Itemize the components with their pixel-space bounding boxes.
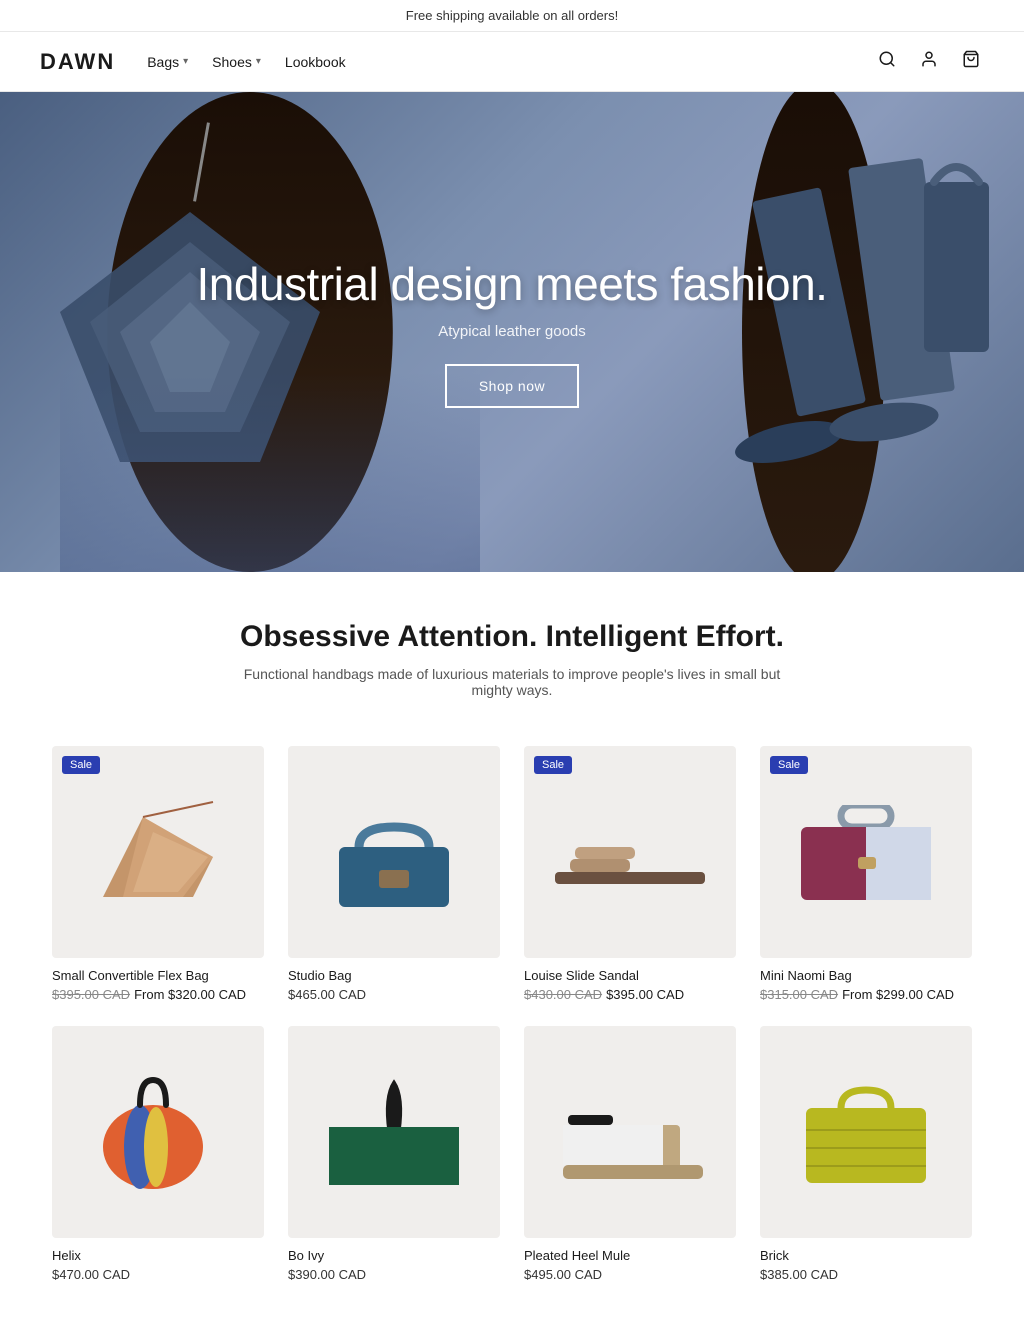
nav-label-lookbook: Lookbook: [285, 54, 346, 70]
site-header: DAWN Bags ▾ Shoes ▾ Lookbook: [0, 32, 1024, 92]
product-card[interactable]: Studio Bag $465.00 CAD: [276, 734, 512, 1014]
promo-banner: Free shipping available on all orders!: [0, 0, 1024, 32]
chevron-down-icon: ▾: [256, 56, 261, 67]
product-name: Louise Slide Sandal: [524, 968, 736, 983]
main-nav: Bags ▾ Shoes ▾ Lookbook: [147, 54, 874, 70]
nav-item-bags[interactable]: Bags ▾: [147, 54, 188, 70]
product-name: Helix: [52, 1248, 264, 1263]
product-image-wrap: [52, 1026, 264, 1238]
product-image: [776, 762, 956, 942]
hero-section: Industrial design meets fashion. Atypica…: [0, 92, 1024, 572]
product-image: [776, 1042, 956, 1222]
cart-icon: [962, 50, 980, 73]
product-card[interactable]: Brick $385.00 CAD: [748, 1014, 984, 1294]
nav-label-bags: Bags: [147, 54, 179, 70]
product-card[interactable]: Bo Ivy $390.00 CAD: [276, 1014, 512, 1294]
product-price: $385.00 CAD: [760, 1267, 972, 1282]
hero-title: Industrial design meets fashion.: [197, 257, 828, 311]
product-card[interactable]: Helix $470.00 CAD: [40, 1014, 276, 1294]
site-logo[interactable]: DAWN: [40, 49, 115, 75]
hero-content: Industrial design meets fashion. Atypica…: [177, 237, 848, 428]
sale-price: $395.00 CAD: [606, 987, 684, 1002]
product-image-wrap: [288, 746, 500, 958]
search-icon: [878, 50, 896, 73]
product-name: Bo Ivy: [288, 1248, 500, 1263]
product-card[interactable]: Sale Mini Naomi Bag $315.00 CAD From $299.…: [748, 734, 984, 1014]
product-image-wrap: [288, 1026, 500, 1238]
product-price: $465.00 CAD: [288, 987, 500, 1002]
product-image-wrap: Sale: [760, 746, 972, 958]
nav-item-lookbook[interactable]: Lookbook: [285, 54, 346, 70]
sale-price: From $299.00 CAD: [842, 987, 954, 1002]
nav-item-shoes[interactable]: Shoes ▾: [212, 54, 261, 70]
product-name: Small Convertible Flex Bag: [52, 968, 264, 983]
sale-badge: Sale: [534, 756, 572, 774]
sale-badge: Sale: [770, 756, 808, 774]
product-image: [540, 1042, 720, 1222]
hero-subtitle: Atypical leather goods: [197, 323, 828, 340]
account-icon: [920, 50, 938, 73]
product-card[interactable]: Sale Small Convertible Flex Bag $395.00 C…: [40, 734, 276, 1014]
product-image-wrap: Sale: [52, 746, 264, 958]
sale-price: From $320.00 CAD: [134, 987, 246, 1002]
product-price: $495.00 CAD: [524, 1267, 736, 1282]
product-price: $395.00 CAD From $320.00 CAD: [52, 987, 264, 1002]
product-image: [68, 1042, 248, 1222]
product-image: [68, 762, 248, 942]
product-name: Brick: [760, 1248, 972, 1263]
hero-cta-button[interactable]: Shop now: [445, 364, 579, 408]
collection-title: Obsessive Attention. Intelligent Effort.: [40, 620, 984, 654]
product-image-wrap: [760, 1026, 972, 1238]
nav-label-shoes: Shoes: [212, 54, 252, 70]
account-button[interactable]: [916, 46, 942, 77]
product-image-wrap: [524, 1026, 736, 1238]
cart-button[interactable]: [958, 46, 984, 77]
product-price: $470.00 CAD: [52, 1267, 264, 1282]
product-name: Mini Naomi Bag: [760, 968, 972, 983]
product-price: $315.00 CAD From $299.00 CAD: [760, 987, 972, 1002]
product-image: [304, 762, 484, 942]
banner-text: Free shipping available on all orders!: [406, 8, 618, 23]
product-name: Studio Bag: [288, 968, 500, 983]
original-price: $430.00 CAD: [524, 987, 602, 1002]
collection-subtext: Functional handbags made of luxurious ma…: [242, 666, 782, 698]
header-actions: [874, 46, 984, 77]
search-button[interactable]: [874, 46, 900, 77]
product-price: $390.00 CAD: [288, 1267, 500, 1282]
product-card[interactable]: Sale Louise Slide Sandal $430.00 CAD $395.…: [512, 734, 748, 1014]
sale-badge: Sale: [62, 756, 100, 774]
product-name: Pleated Heel Mule: [524, 1248, 736, 1263]
collection-heading: Obsessive Attention. Intelligent Effort.…: [0, 572, 1024, 710]
original-price: $395.00 CAD: [52, 987, 130, 1002]
chevron-down-icon: ▾: [183, 56, 188, 67]
product-image: [540, 762, 720, 942]
product-card[interactable]: Pleated Heel Mule $495.00 CAD: [512, 1014, 748, 1294]
product-grid: Sale Small Convertible Flex Bag $395.00 C…: [0, 710, 1024, 1334]
original-price: $315.00 CAD: [760, 987, 838, 1002]
product-image-wrap: Sale: [524, 746, 736, 958]
product-image: [304, 1042, 484, 1222]
product-price: $430.00 CAD $395.00 CAD: [524, 987, 736, 1002]
